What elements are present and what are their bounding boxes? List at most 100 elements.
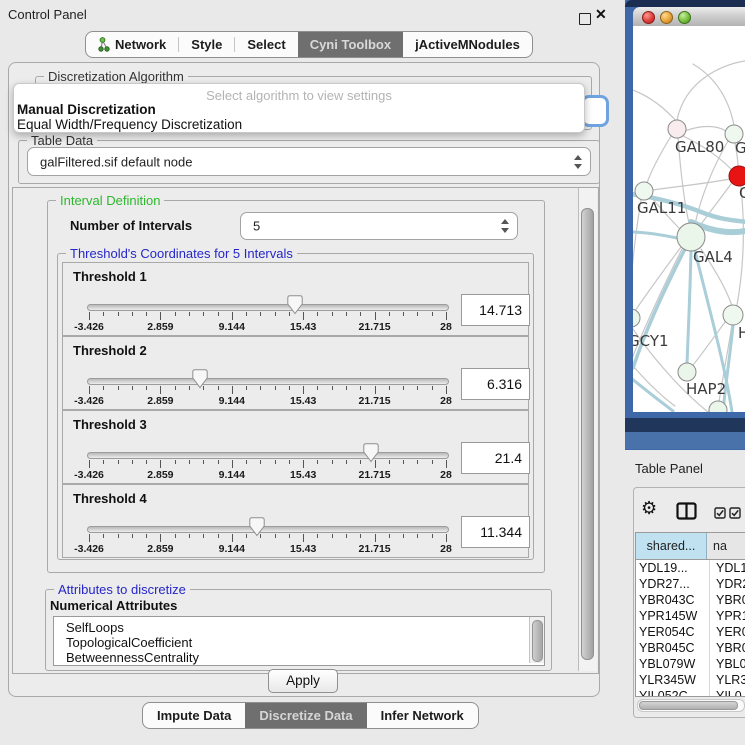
zoom-traffic-light-icon[interactable] — [678, 11, 691, 24]
slider-handle[interactable] — [363, 443, 379, 463]
minimize-traffic-light-icon[interactable] — [660, 11, 673, 24]
table-row[interactable]: YDL19...YDL1 — [636, 560, 745, 576]
threshold-slider[interactable]: -3.4262.8599.14415.4321.71528 — [87, 444, 449, 482]
table-cell[interactable]: YBR0 — [710, 640, 745, 656]
tab-cyni-toolbox[interactable]: Cyni Toolbox — [298, 32, 403, 57]
bottom-tab-infer-network[interactable]: Infer Network — [367, 703, 478, 728]
attribute-list-item[interactable]: BetweennessCentrality — [54, 650, 544, 665]
threshold-value-field[interactable]: 21.4 — [461, 442, 530, 474]
close-traffic-light-icon[interactable] — [642, 11, 655, 24]
tab-network[interactable]: Network — [86, 32, 178, 57]
node-attribute-table[interactable]: shared... na YDL19...YDL1YDR27...YDR2YBR… — [635, 532, 745, 697]
table-cell[interactable]: YER0 — [710, 624, 745, 640]
slider-track[interactable] — [87, 526, 449, 533]
table-data-value: galFiltered.sif default node — [40, 154, 192, 169]
table-row[interactable]: YBR043CYBR0 — [636, 592, 745, 608]
dropdown-option[interactable]: Equal Width/Frequency Discretization — [17, 117, 581, 131]
bottom-tab-impute-data[interactable]: Impute Data — [143, 703, 245, 728]
network-edge[interactable] — [677, 60, 745, 120]
slider-track[interactable] — [87, 304, 449, 311]
network-node-gal11[interactable] — [635, 182, 653, 200]
table-cell[interactable]: YER054C — [636, 624, 710, 640]
table-cell[interactable]: YBL0 — [710, 656, 745, 672]
table-row[interactable]: YER054CYER0 — [636, 624, 745, 640]
table-cell[interactable]: YLR3 — [710, 672, 745, 688]
slider-handle[interactable] — [249, 517, 265, 537]
slider-track[interactable] — [87, 378, 449, 385]
tab-select[interactable]: Select — [235, 32, 297, 57]
slider-handle[interactable] — [287, 295, 303, 315]
table-cell[interactable]: YBR0 — [710, 592, 745, 608]
threshold-slider[interactable]: -3.4262.8599.14415.4321.71528 — [87, 296, 449, 334]
float-window-icon[interactable] — [579, 13, 591, 25]
number-of-intervals-combobox[interactable]: 5 — [240, 212, 518, 240]
network-edge-highlighted[interactable] — [633, 232, 677, 238]
table-cell[interactable]: YDL1 — [710, 560, 745, 576]
panel-title: Control Panel — [8, 7, 87, 22]
dropdown-option[interactable]: Manual Discretization — [17, 102, 581, 116]
network-edge[interactable] — [685, 126, 726, 131]
tab-label: jActiveMNodules — [415, 37, 520, 52]
table-row[interactable]: YIL052CYIL0 — [636, 688, 745, 697]
split-columns-icon[interactable] — [676, 502, 697, 525]
network-node-gal4[interactable] — [677, 223, 705, 251]
tab-jactivemnodules[interactable]: jActiveMNodules — [403, 32, 532, 57]
network-edge[interactable] — [653, 179, 730, 190]
attribute-list-item[interactable]: TopologicalCoefficient — [54, 635, 544, 650]
threshold-value-field[interactable]: 6.316 — [461, 368, 530, 400]
deselect-all-checkbox-icon[interactable] — [729, 506, 741, 524]
column-header-shared-name[interactable]: shared... — [636, 533, 707, 559]
select-all-checkbox-icon[interactable] — [714, 506, 726, 524]
table-row[interactable]: YBR045CYBR0 — [636, 640, 745, 656]
attribute-list-item[interactable]: SelfLoops — [54, 620, 544, 635]
table-data-combobox[interactable]: galFiltered.sif default node — [27, 147, 591, 176]
close-icon[interactable]: ✕ — [595, 6, 607, 23]
table-cell[interactable]: YDR2 — [710, 576, 745, 592]
attributes-list-scrollbar-thumb[interactable] — [532, 620, 543, 662]
dropdown-hint: Select algorithm to view settings — [14, 88, 584, 103]
network-edge[interactable] — [693, 64, 734, 125]
threshold-slider[interactable]: -3.4262.8599.14415.4321.71528 — [87, 518, 449, 556]
table-cell[interactable]: YBR043C — [636, 592, 710, 608]
table-cell[interactable]: YDR27... — [636, 576, 710, 592]
tab-style[interactable]: Style — [179, 32, 234, 57]
bottom-tab-discretize-data[interactable]: Discretize Data — [245, 703, 366, 728]
table-cell[interactable]: YBR045C — [636, 640, 710, 656]
network-window-titlebar[interactable] — [633, 7, 745, 27]
apply-button[interactable]: Apply — [268, 669, 338, 693]
table-cell[interactable]: YIL0 — [710, 688, 745, 697]
table-cell[interactable]: YLR345W — [636, 672, 710, 688]
algorithm-combobox[interactable] — [581, 95, 609, 127]
table-cell[interactable]: YBL079W — [636, 656, 710, 672]
vertical-scrollbar-thumb[interactable] — [581, 208, 594, 660]
network-edge[interactable] — [737, 187, 743, 305]
column-header-name[interactable]: na — [707, 533, 745, 559]
table-cell[interactable]: YPR145W — [636, 608, 710, 624]
slider-track[interactable] — [87, 452, 449, 459]
threshold-slider[interactable]: -3.4262.8599.14415.4321.71528 — [87, 370, 449, 408]
table-cell[interactable]: YIL052C — [636, 688, 710, 697]
network-node-gcy1[interactable] — [633, 309, 640, 327]
slider-handle[interactable] — [192, 369, 208, 389]
table-row[interactable]: YBL079WYBL0 — [636, 656, 745, 672]
threshold-value-field[interactable]: 14.713 — [461, 294, 530, 326]
gear-icon[interactable]: ⚙ — [641, 498, 657, 519]
table-horizontal-scrollbar-thumb[interactable] — [639, 701, 738, 710]
tick-label: 21.715 — [359, 321, 391, 333]
network-edge-highlighted[interactable] — [633, 249, 685, 368]
network-edge[interactable] — [633, 90, 677, 122]
table-cell[interactable]: YPR1 — [710, 608, 745, 624]
table-row[interactable]: YPR145WYPR1 — [636, 608, 745, 624]
table-row[interactable]: YLR345WYLR3 — [636, 672, 745, 688]
network-edge-highlighted[interactable] — [687, 251, 691, 364]
network-node-gal80[interactable] — [668, 120, 686, 138]
table-row[interactable]: YDR27...YDR2 — [636, 576, 745, 592]
network-canvas[interactable]: GAL80GACGAL11GAL4GCY1HHAP2 — [633, 26, 745, 412]
network-node-h[interactable] — [723, 305, 743, 325]
threshold-value-field[interactable]: 11.344 — [461, 516, 530, 548]
table-cell[interactable]: YDL19... — [636, 560, 710, 576]
network-edge[interactable] — [647, 136, 671, 183]
network-node-c[interactable] — [729, 166, 745, 186]
network-edge-highlighted[interactable] — [633, 378, 673, 411]
network-node-hap2[interactable] — [678, 363, 696, 381]
